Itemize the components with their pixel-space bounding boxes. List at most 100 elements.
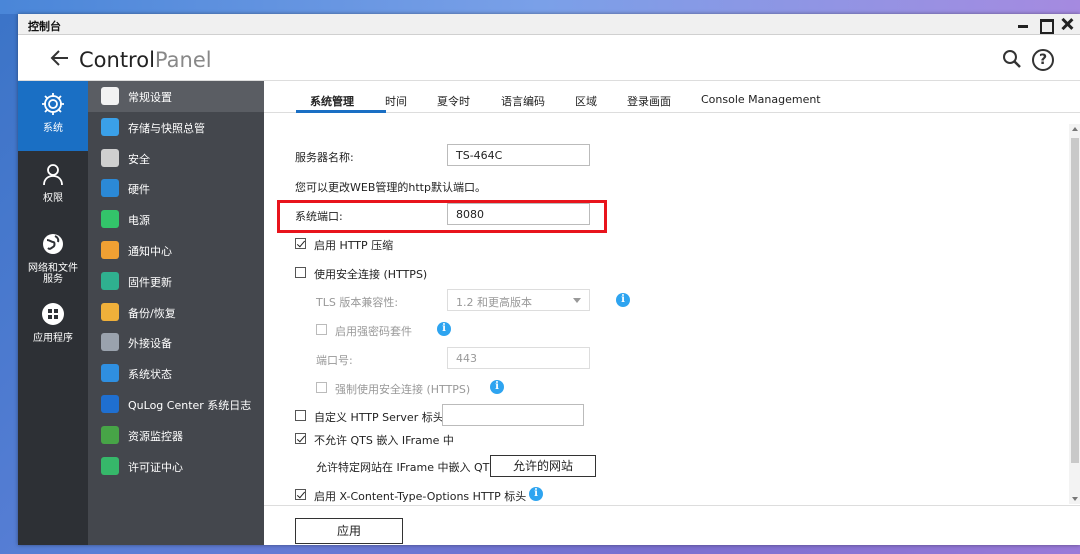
tls-version-select[interactable]: 1.2 和更高版本 <box>447 289 590 311</box>
sidebar-item-label: 安全 <box>128 152 150 166</box>
sidebar-item-label: QuLog Center 系统日志 <box>128 399 252 412</box>
sidebar-item[interactable]: 通知中心 <box>88 235 264 266</box>
no-iframe-checkbox[interactable] <box>295 433 306 444</box>
xcto-label: 启用 X-Content-Type-Options HTTP 标头 <box>314 490 527 503</box>
system-status-icon <box>101 364 119 383</box>
sidebar-item-label: 系统状态 <box>128 368 172 382</box>
desktop-background <box>0 0 1080 14</box>
tab-console-management[interactable]: Console Management <box>701 93 821 106</box>
server-name-label: 服务器名称: <box>295 151 354 164</box>
scroll-up-icon[interactable] <box>1072 127 1078 131</box>
sidebar-item[interactable]: 资源监控器 <box>88 420 264 451</box>
scroll-down-icon[interactable] <box>1072 497 1078 501</box>
vertical-scrollbar[interactable] <box>1069 124 1080 504</box>
category-rail: 系统 权限 网络和文件服务 应用程序 <box>18 81 88 545</box>
info-icon[interactable]: i <box>437 322 451 336</box>
rail-label: 网络和文件服务 <box>28 263 78 285</box>
settings-content: 系统管理 时间 夏令时 语言编码 区域 登录画面 Console Managem… <box>264 81 1080 545</box>
security-icon <box>101 148 119 167</box>
rail-label: 权限 <box>43 193 63 204</box>
strong-cipher-checkbox[interactable] <box>316 324 327 335</box>
sidebar-item[interactable]: 系统状态 <box>88 358 264 389</box>
rail-label: 系统 <box>43 123 63 134</box>
no-iframe-label: 不允许 QTS 嵌入 IFrame 中 <box>314 434 454 447</box>
sidebar-item[interactable]: 许可证中心 <box>88 451 264 482</box>
tab-system-admin[interactable]: 系统管理 <box>310 93 354 109</box>
allowed-sites-button[interactable]: 允许的网站 <box>490 455 596 477</box>
sidebar-item[interactable]: 外接设备 <box>88 327 264 358</box>
sidebar-item-label: 通知中心 <box>128 245 172 258</box>
search-icon[interactable] <box>1002 49 1022 69</box>
info-icon[interactable]: i <box>490 380 504 394</box>
port-hint-text: 您可以更改WEB管理的http默认端口。 <box>295 181 486 194</box>
watermark-badge: 值 <box>940 511 964 535</box>
user-icon <box>43 164 63 186</box>
scroll-thumb[interactable] <box>1071 138 1079 463</box>
custom-header-input[interactable] <box>442 404 584 426</box>
sidebar-item[interactable]: 存储与快照总管 <box>88 112 264 143</box>
sidebar-item-label: 硬件 <box>128 183 150 197</box>
sidebar-item[interactable]: QuLog Center 系统日志 <box>88 389 264 420</box>
tab-login-screen[interactable]: 登录画面 <box>627 93 671 109</box>
custom-header-label: 自定义 HTTP Server 标头: <box>314 411 448 424</box>
system-port-label: 系统端口: <box>295 210 343 223</box>
tab-language[interactable]: 语言编码 <box>501 93 545 109</box>
general-settings-icon <box>101 87 119 105</box>
gear-icon <box>42 93 64 115</box>
help-icon[interactable]: ? <box>1032 49 1054 71</box>
system-port-input[interactable]: 8080 <box>447 203 590 225</box>
server-name-input[interactable]: TS-464C <box>447 144 590 166</box>
resource-monitor-icon <box>101 425 119 444</box>
window-titlebar: 控制台 <box>18 14 1080 35</box>
external-device-icon <box>101 333 119 352</box>
close-button[interactable] <box>1060 17 1074 31</box>
notification-icon <box>101 241 119 259</box>
rail-item-privilege[interactable]: 权限 <box>18 151 88 221</box>
sidebar-item[interactable]: 电源 <box>88 204 264 235</box>
sidebar-item[interactable]: 备份/恢复 <box>88 297 264 328</box>
maximize-button[interactable] <box>1038 17 1054 34</box>
http-compress-checkbox[interactable] <box>295 238 306 249</box>
backup-icon <box>101 302 119 321</box>
tls-label: TLS 版本兼容性: <box>316 296 399 309</box>
custom-header-checkbox[interactable] <box>295 410 306 421</box>
info-icon[interactable]: i <box>616 293 630 307</box>
app-header: ControlPanel ? <box>18 36 1080 81</box>
app-title-bold: Control <box>79 48 155 72</box>
allow-site-label: 允许特定网站在 IFrame 中嵌入 QTS <box>316 461 497 474</box>
sidebar-item[interactable]: 安全 <box>88 143 264 174</box>
sidebar-item-label: 电源 <box>128 214 150 228</box>
hardware-icon <box>101 179 119 198</box>
rail-item-system[interactable]: 系统 <box>18 81 88 151</box>
sidebar-item-label: 外接设备 <box>128 337 172 351</box>
rail-label: 应用程序 <box>33 333 73 344</box>
sidebar-item[interactable]: 固件更新 <box>88 266 264 297</box>
info-icon[interactable]: i <box>529 487 543 501</box>
force-https-checkbox[interactable] <box>316 382 327 393</box>
apply-button[interactable]: 应用 <box>295 518 403 544</box>
tab-dst[interactable]: 夏令时 <box>437 93 470 109</box>
tab-time[interactable]: 时间 <box>385 93 407 109</box>
power-icon <box>101 210 119 229</box>
sidebar-item-label: 资源监控器 <box>128 429 183 443</box>
sidebar-item-label: 许可证中心 <box>128 460 183 474</box>
port-number-label: 端口号: <box>316 354 353 367</box>
https-port-input[interactable]: 443 <box>447 347 590 369</box>
sidebar-item-label: 固件更新 <box>128 275 172 289</box>
back-arrow-icon[interactable] <box>50 48 70 68</box>
xcto-checkbox[interactable] <box>295 489 306 500</box>
settings-sidebar: 常规设置 存储与快照总管安全硬件电源通知中心固件更新备份/恢复外接设备系统状态 Qu… <box>88 81 264 545</box>
https-checkbox[interactable] <box>295 267 306 278</box>
tab-region[interactable]: 区域 <box>575 93 597 109</box>
globe-icon <box>43 234 63 254</box>
rail-item-applications[interactable]: 应用程序 <box>18 291 88 361</box>
sidebar-item-label: 备份/恢复 <box>128 306 176 320</box>
app-title: ControlPanel <box>79 48 212 72</box>
window-title: 控制台 <box>28 20 61 33</box>
minimize-button[interactable] <box>1016 17 1030 31</box>
sidebar-item[interactable]: 常规设置 <box>88 81 264 112</box>
force-https-label: 强制使用安全连接 (HTTPS) <box>335 383 471 396</box>
sidebar-item[interactable]: 硬件 <box>88 173 264 204</box>
https-label: 使用安全连接 (HTTPS) <box>314 268 428 281</box>
rail-item-network[interactable]: 网络和文件服务 <box>18 221 88 301</box>
